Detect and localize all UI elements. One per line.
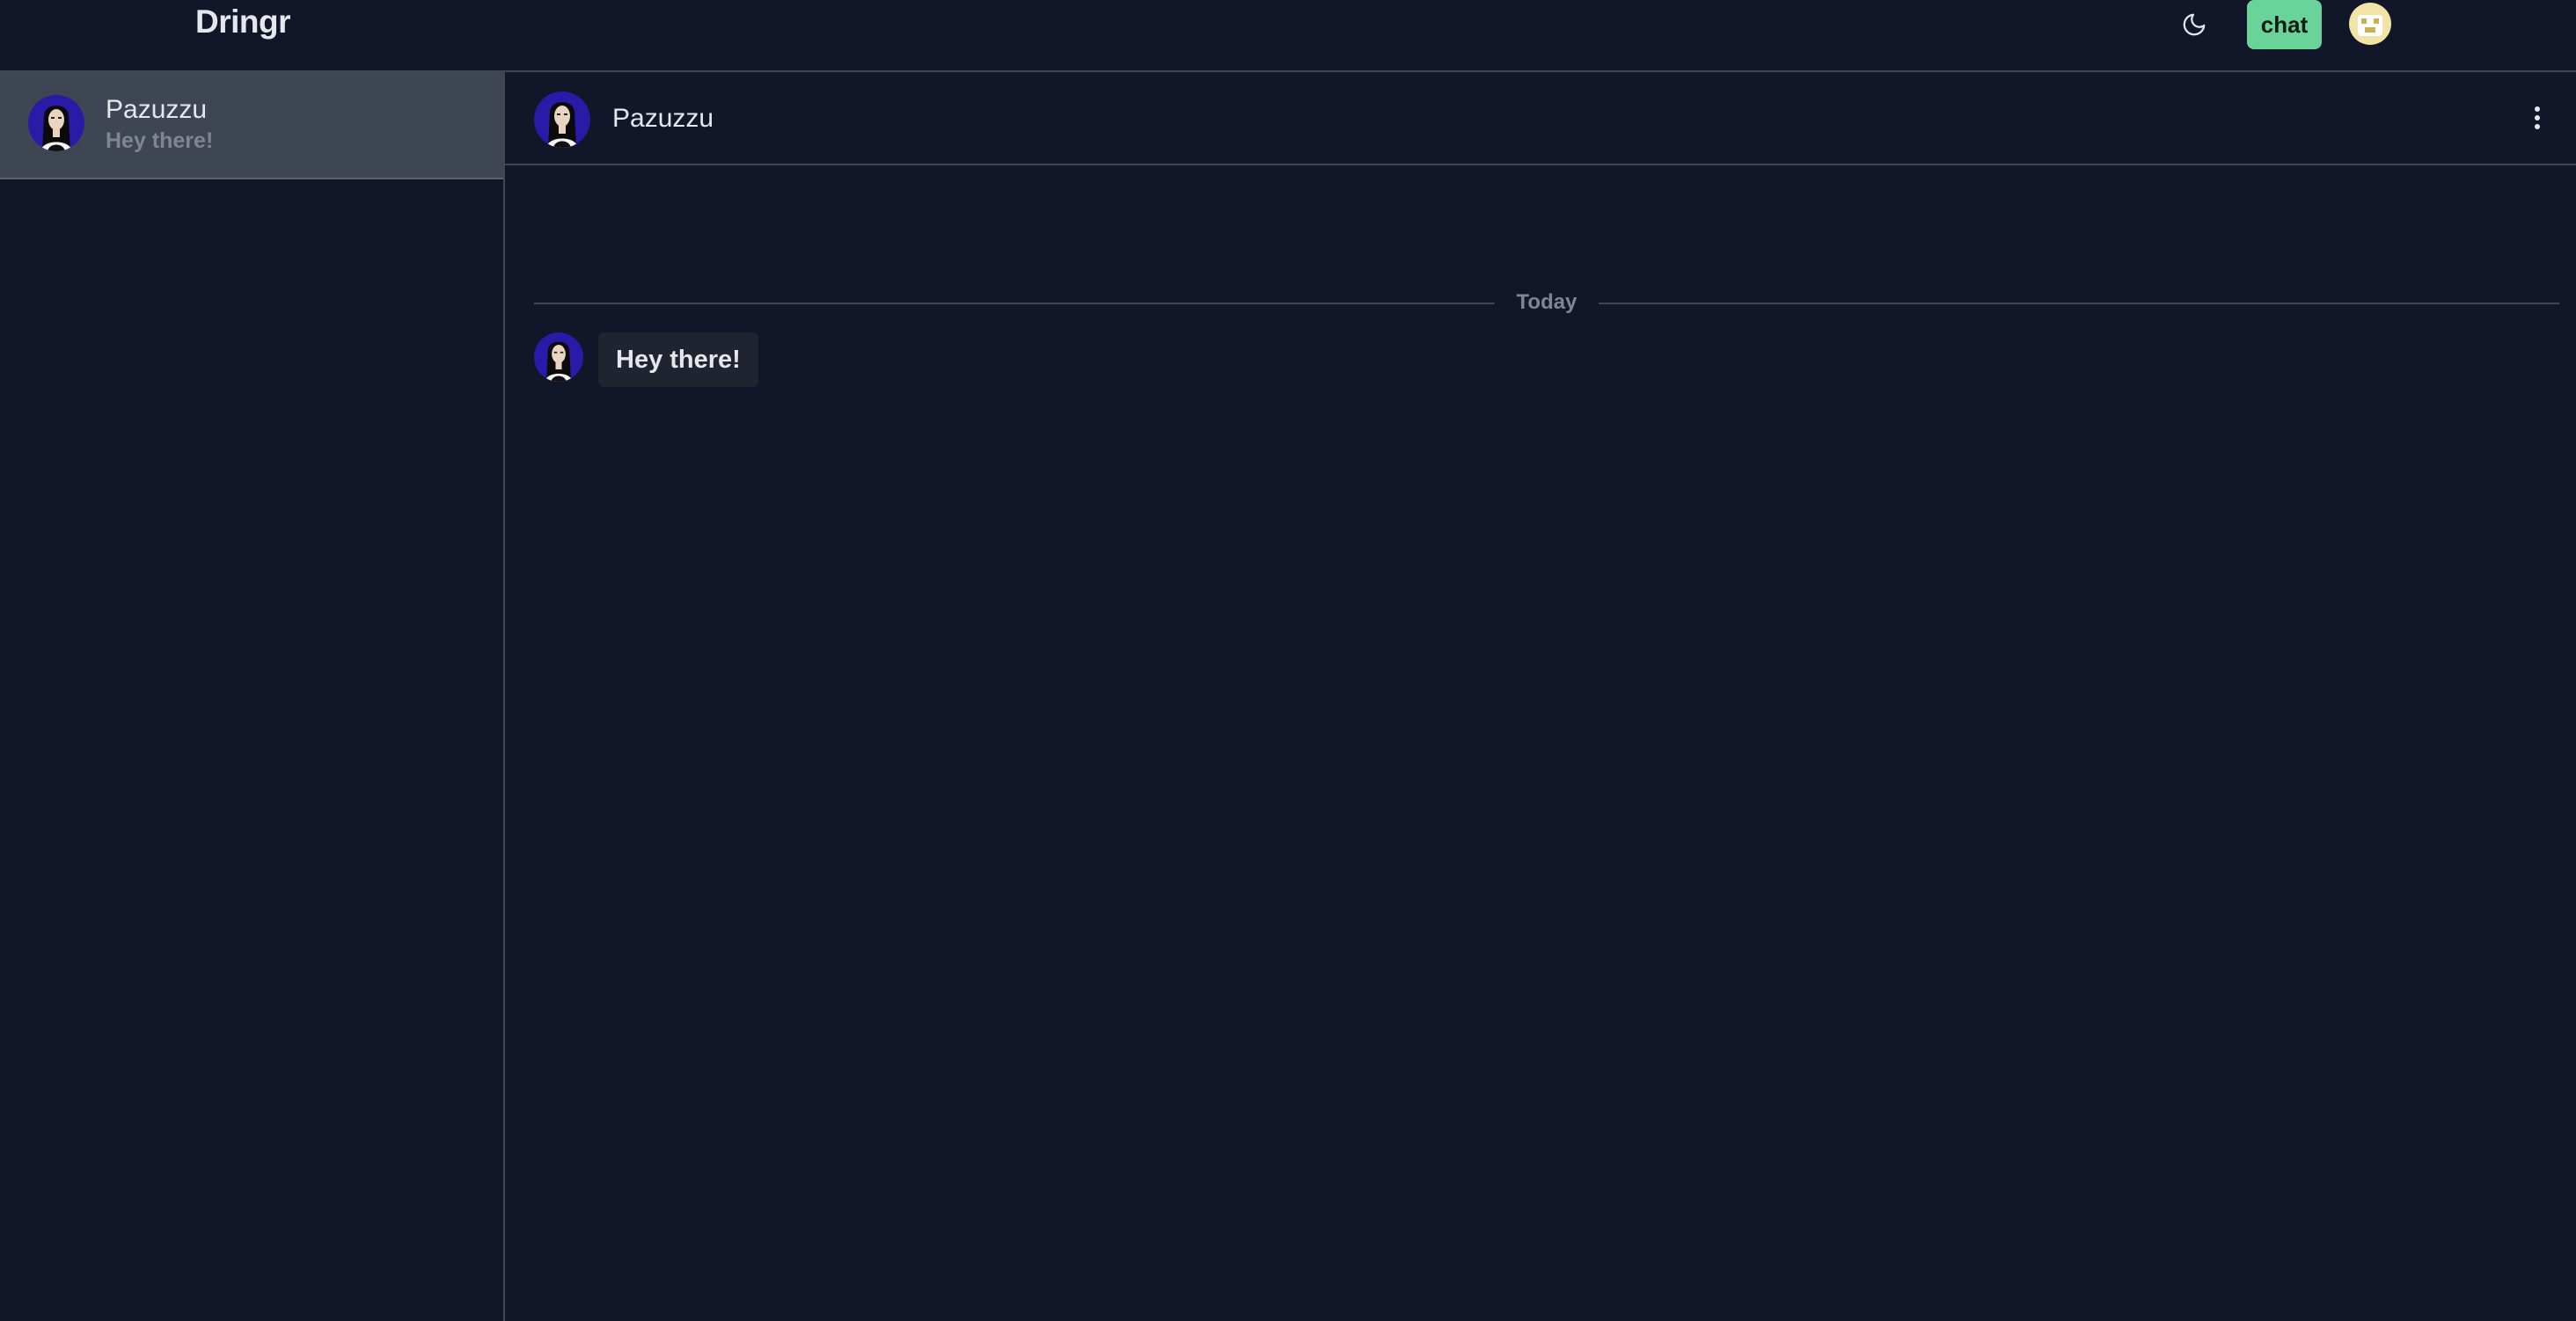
avatar[interactable] bbox=[534, 91, 590, 148]
more-options-button[interactable] bbox=[2520, 100, 2555, 135]
more-vertical-icon bbox=[2535, 106, 2540, 129]
divider-line bbox=[1599, 303, 2559, 304]
divider-line bbox=[534, 303, 1495, 304]
user-avatar[interactable] bbox=[2349, 3, 2391, 45]
chat-header: Pazuzzu bbox=[505, 72, 2576, 165]
conversation-sidebar: Pazuzzu Hey there! bbox=[0, 70, 505, 1321]
chat-button[interactable]: chat bbox=[2247, 0, 2322, 49]
chat-panel: Pazuzzu Today Hey there! bbox=[505, 70, 2576, 1321]
avatar bbox=[534, 332, 583, 382]
moon-icon bbox=[2183, 13, 2206, 36]
avatar bbox=[28, 95, 84, 151]
conversation-item-pazuzzu[interactable]: Pazuzzu Hey there! bbox=[0, 72, 503, 179]
conversation-name: Pazuzzu bbox=[106, 95, 208, 124]
top-navbar: Dringr chat bbox=[0, 0, 2576, 70]
date-divider: Today bbox=[534, 288, 2559, 317]
conversation-preview: Hey there! bbox=[106, 128, 214, 153]
message-bubble: Hey there! bbox=[598, 332, 758, 387]
theme-toggle-button[interactable] bbox=[2177, 7, 2212, 42]
chat-contact-name[interactable]: Pazuzzu bbox=[612, 104, 714, 134]
brand-logo[interactable]: Dringr bbox=[195, 4, 291, 40]
date-label: Today bbox=[1516, 290, 1577, 314]
